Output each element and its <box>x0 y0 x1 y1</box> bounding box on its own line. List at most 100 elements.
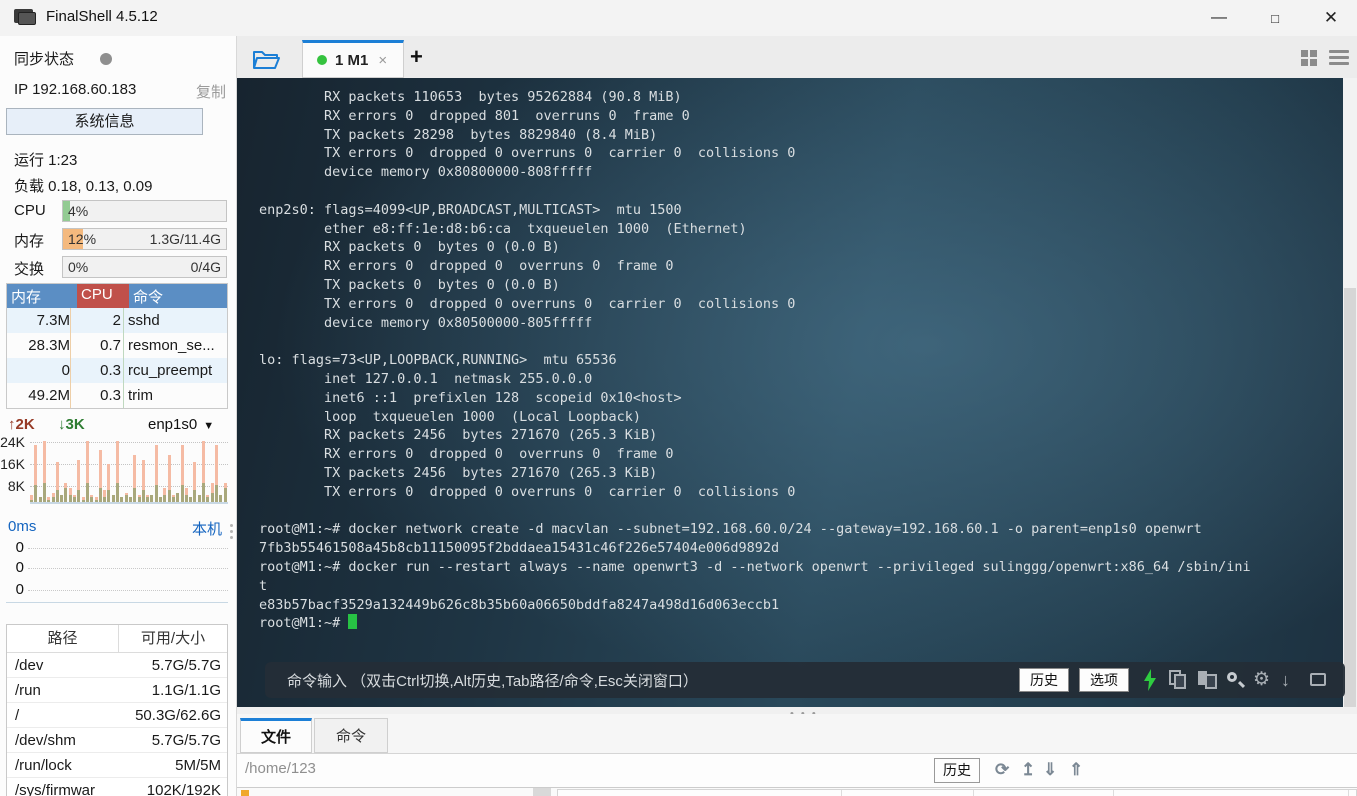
terminal-output[interactable]: RX packets 110653 bytes 95262884 (90.8 M… <box>259 88 1251 633</box>
terminal-line: e83b57bacf3529a132449b626c8b35b60a06650b… <box>259 596 1251 615</box>
terminal-line: device memory 0x80800000-808fffff <box>259 163 1251 182</box>
scrollbar-thumb[interactable] <box>1344 288 1356 708</box>
history-button[interactable]: 历史 <box>1019 668 1069 692</box>
hamburger-menu-icon[interactable] <box>1329 50 1349 66</box>
minimize-button[interactable]: — <box>1196 0 1242 36</box>
copy-icon[interactable] <box>1169 670 1189 690</box>
terminal-line: inet 127.0.0.1 netmask 255.0.0.0 <box>259 370 1251 389</box>
gear-icon[interactable]: ⚙ <box>1253 670 1273 690</box>
copy-ip-button[interactable]: 复制 <box>196 81 226 102</box>
terminal-view[interactable]: RX packets 110653 bytes 95262884 (90.8 M… <box>237 78 1343 714</box>
tab-close-icon[interactable]: × <box>378 52 387 69</box>
swap-meter: 交换 0% 0/4G <box>0 256 237 278</box>
net-bar-down <box>155 485 158 502</box>
path-input[interactable]: /home/123 <box>245 760 925 777</box>
ping-ytick: 0 <box>10 559 24 576</box>
col-path[interactable]: 路径 <box>7 625 119 652</box>
file-panel-grip[interactable] <box>533 788 551 796</box>
new-tab-button[interactable]: + <box>410 44 423 70</box>
lightning-bolt-icon[interactable] <box>1143 669 1157 691</box>
process-row[interactable]: 00.3rcu_preempt <box>7 358 227 383</box>
net-bar-down <box>168 490 171 502</box>
net-bar-down <box>189 497 192 502</box>
maximize-button[interactable]: □ <box>1252 0 1298 36</box>
process-row[interactable]: 28.3M0.7resmon_se... <box>7 333 227 358</box>
panel-splitter[interactable]: • • • <box>237 707 1357 714</box>
net-bar-down <box>150 495 153 502</box>
open-folder-icon[interactable] <box>252 48 282 70</box>
disk-row[interactable]: /run/lock5M/5M <box>7 753 227 778</box>
net-bar-down <box>142 490 145 502</box>
uptime-label: 运行 1:23 <box>14 149 77 170</box>
disk-row[interactable]: /run1.1G/1.1G <box>7 678 227 703</box>
sidebar: 同步状态 IP 192.168.60.183 复制 系统信息 运行 1:23 负… <box>0 36 237 796</box>
close-button[interactable]: ✕ <box>1308 0 1354 36</box>
net-bar-down <box>90 497 93 502</box>
col-memory[interactable]: 内存 <box>7 284 77 308</box>
disk-row[interactable]: /50.3G/62.6G <box>7 703 227 728</box>
scroll-down-icon[interactable]: ↓ <box>1281 670 1301 690</box>
net-bar-down <box>146 497 149 502</box>
refresh-icon[interactable]: ⟳ <box>995 760 1009 780</box>
command-input-hint[interactable]: 命令输入 （双击Ctrl切换,Alt历史,Tab路径/命令,Esc关闭窗口） <box>287 670 1009 691</box>
parent-dir-icon[interactable]: ↥ <box>1021 760 1035 780</box>
net-bar-down <box>56 490 59 502</box>
col-cpu[interactable]: CPU <box>77 284 129 308</box>
download-icon[interactable]: ⇓ <box>1043 760 1057 780</box>
layout-grid-icon[interactable] <box>1301 50 1319 66</box>
net-bar-down <box>120 497 123 502</box>
file-table-header-sliver <box>557 789 1357 796</box>
tab-session-m1[interactable]: 1 M1 × <box>302 40 404 78</box>
process-table-header[interactable]: 内存 CPU 命令 <box>7 284 227 308</box>
net-bar-down <box>125 495 128 502</box>
terminal-line: RX packets 110653 bytes 95262884 (90.8 M… <box>259 88 1251 107</box>
options-button[interactable]: 选项 <box>1079 668 1129 692</box>
title-bar: FinalShell 4.5.12 — □ ✕ <box>0 0 1357 36</box>
tab-files[interactable]: 文件 <box>240 718 312 753</box>
interface-dropdown[interactable]: enp1s0▼ <box>148 416 214 433</box>
ping-baseline <box>6 602 228 603</box>
terminal-line: TX packets 2456 bytes 271670 (265.3 KiB) <box>259 464 1251 483</box>
disk-table-body: /dev5.7G/5.7G/run1.1G/1.1G/50.3G/62.6G/d… <box>7 653 227 796</box>
memory-meter: 内存 12% 1.3G/11.4G <box>0 228 237 250</box>
tab-title: 1 M1 <box>335 52 368 69</box>
col-size[interactable]: 可用/大小 <box>119 625 227 652</box>
window-mode-icon[interactable] <box>1309 670 1329 690</box>
swap-progressbar: 0% 0/4G <box>62 256 227 278</box>
terminal-scrollbar[interactable] <box>1343 78 1357 714</box>
net-bar-down <box>172 497 175 502</box>
sync-status-label: 同步状态 <box>14 48 74 69</box>
net-bar-down <box>103 497 106 502</box>
ping-target-label[interactable]: 本机 <box>192 518 222 539</box>
net-ytick: 24K <box>0 434 25 450</box>
terminal-line: device memory 0x80500000-805fffff <box>259 314 1251 333</box>
path-history-button[interactable]: 历史 <box>934 758 980 783</box>
process-row[interactable]: 49.2M0.3trim <box>7 383 227 408</box>
file-marker-icon <box>241 790 249 796</box>
net-bar-down <box>52 497 55 502</box>
net-bar-down <box>82 500 85 502</box>
disk-table-header[interactable]: 路径 可用/大小 <box>7 625 227 653</box>
process-row[interactable]: 7.3M2sshd <box>7 308 227 333</box>
terminal-line <box>259 502 1251 521</box>
net-bar-down <box>34 485 37 502</box>
paste-icon[interactable] <box>1197 670 1217 690</box>
cpu-label: CPU <box>14 202 46 219</box>
net-bar-down <box>77 490 80 502</box>
tab-commands[interactable]: 命令 <box>314 718 388 753</box>
process-table: 内存 CPU 命令 7.3M2sshd28.3M0.7resmon_se...0… <box>6 283 228 409</box>
disk-row[interactable]: /sys/firmwar102K/192K <box>7 778 227 796</box>
system-info-button[interactable]: 系统信息 <box>6 108 203 135</box>
command-input-bar[interactable]: 命令输入 （双击Ctrl切换,Alt历史,Tab路径/命令,Esc关闭窗口） 历… <box>265 662 1345 698</box>
terminal-line: inet6 ::1 prefixlen 128 scopeid 0x10<hos… <box>259 389 1251 408</box>
net-ytick: 8K <box>0 478 25 494</box>
search-icon[interactable] <box>1225 670 1245 690</box>
disk-row[interactable]: /dev5.7G/5.7G <box>7 653 227 678</box>
network-throughput-chart <box>30 438 228 504</box>
disk-row[interactable]: /dev/shm5.7G/5.7G <box>7 728 227 753</box>
net-bar-down <box>185 495 188 502</box>
terminal-line: RX errors 0 dropped 0 overruns 0 frame 0 <box>259 257 1251 276</box>
app-title: FinalShell 4.5.12 <box>46 8 158 25</box>
col-command[interactable]: 命令 <box>129 284 227 308</box>
upload-icon[interactable]: ⇑ <box>1069 760 1083 780</box>
